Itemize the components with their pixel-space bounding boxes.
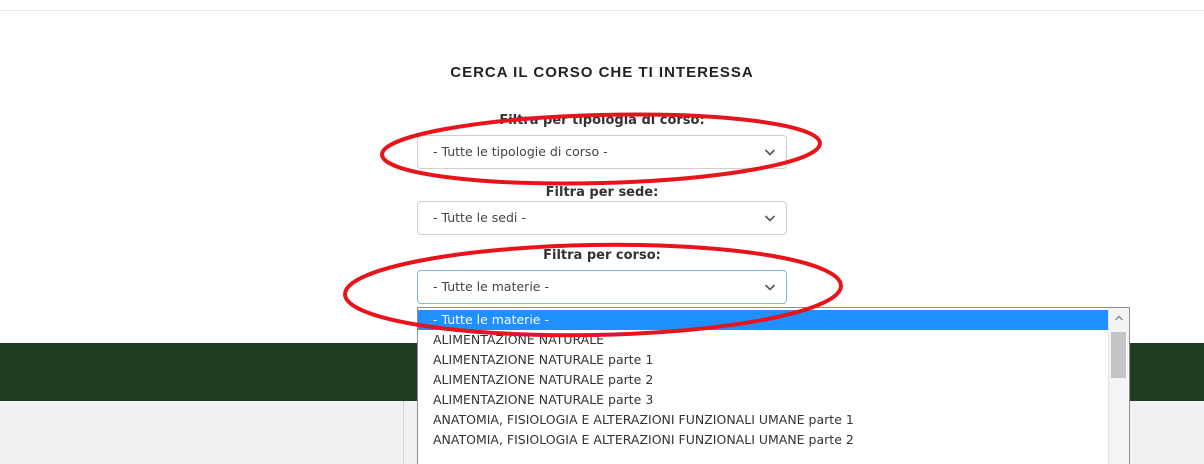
location-select-value: - Tutte le sedi - — [433, 210, 526, 225]
filter-type-label: Filtra per tipologia di corso: — [499, 113, 705, 128]
page-title: CERCA IL CORSO CHE TI INTERESSA — [450, 64, 754, 81]
course-type-select[interactable]: - Tutte le tipologie di corso - — [417, 135, 787, 169]
dropdown-option[interactable]: ANATOMIA, FISIOLOGIA E ALTERAZIONI FUNZI… — [418, 430, 1109, 450]
dropdown-option[interactable]: ALIMENTAZIONE NATURALE parte 1 — [418, 350, 1109, 370]
course-dropdown-list[interactable]: - Tutte le materie - ALIMENTAZIONE NATURA… — [417, 307, 1130, 464]
dropdown-option[interactable]: ALIMENTAZIONE NATURALE parte 3 — [418, 390, 1109, 410]
filter-course-label: Filtra per corso: — [543, 248, 661, 263]
column-divider — [403, 401, 404, 464]
dropdown-options: - Tutte le materie - ALIMENTAZIONE NATURA… — [418, 310, 1109, 450]
location-select[interactable]: - Tutte le sedi - — [417, 201, 787, 235]
course-select-value: - Tutte le materie - — [433, 279, 549, 294]
course-select[interactable]: - Tutte le materie - — [417, 270, 787, 304]
dropdown-option[interactable]: ALIMENTAZIONE NATURALE parte 2 — [418, 370, 1109, 390]
top-divider — [0, 10, 1204, 11]
chevron-down-icon — [764, 215, 776, 222]
chevron-down-icon — [764, 284, 776, 291]
chevron-down-icon — [764, 149, 776, 156]
filter-location-label: Filtra per sede: — [545, 185, 659, 200]
course-type-select-value: - Tutte le tipologie di corso - — [433, 144, 608, 159]
dropdown-option[interactable]: ALIMENTAZIONE NATURALE — [418, 330, 1109, 350]
scrollbar-thumb[interactable] — [1111, 332, 1126, 378]
chevron-up-icon[interactable] — [1113, 312, 1125, 324]
dropdown-option[interactable]: - Tutte le materie - — [418, 310, 1109, 330]
dropdown-option[interactable]: ANATOMIA, FISIOLOGIA E ALTERAZIONI FUNZI… — [418, 410, 1109, 430]
dropdown-scrollbar[interactable] — [1108, 308, 1129, 464]
